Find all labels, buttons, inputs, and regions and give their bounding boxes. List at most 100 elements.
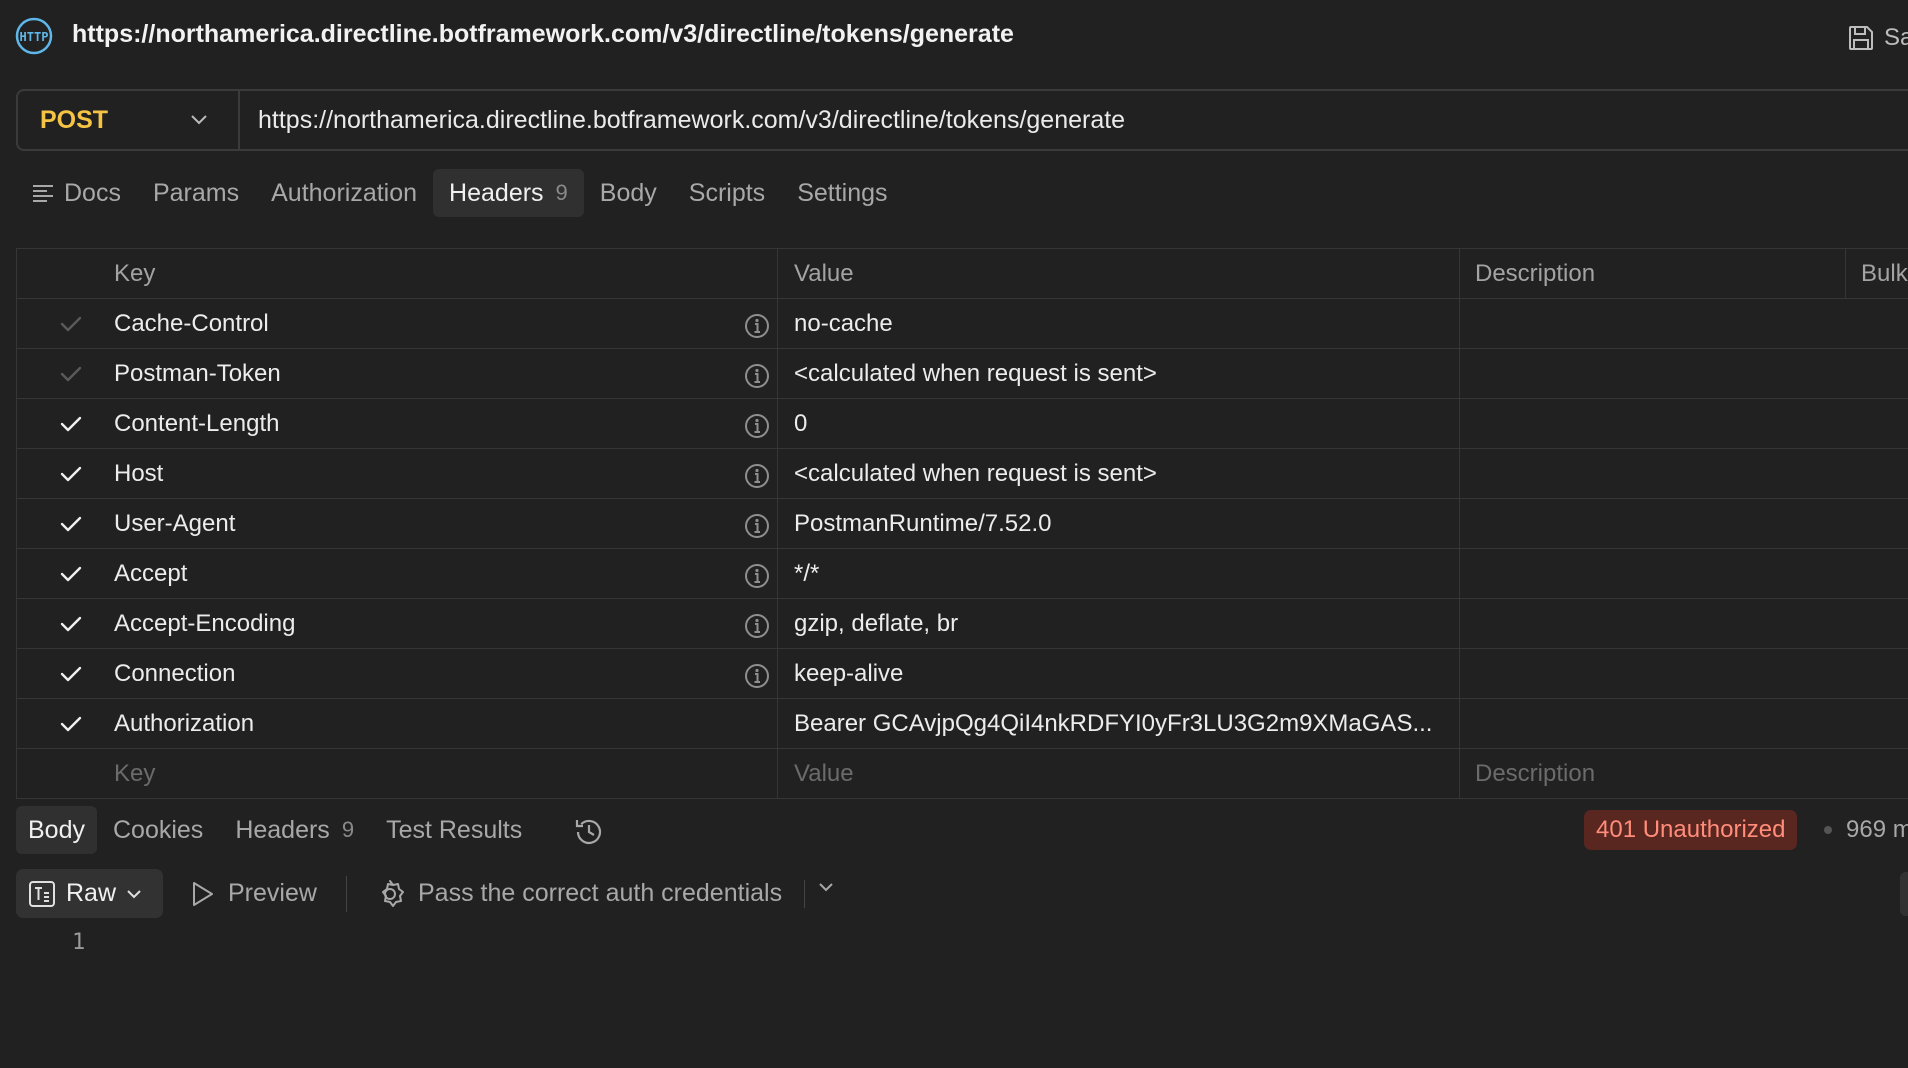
svg-text:HTTP: HTTP [20,30,49,44]
table-row: Content-Length 0 [16,399,1908,449]
header-value[interactable]: 0 [794,399,1469,448]
table-row: Cache-Control no-cache [16,299,1908,349]
checkmark-icon [60,299,88,348]
method-label: POST [40,105,109,134]
header-value[interactable]: Bearer GCAvjpQg4QiI4nkRDFYI0yFr3LU3G2m9X… [794,699,1469,748]
title-bar: HTTP https://northamerica.directline.bot… [0,0,1908,74]
info-icon[interactable] [742,459,772,489]
line-number: 1 [72,930,86,955]
header-description[interactable] [1475,399,1855,448]
header-key[interactable]: Connection [114,649,754,698]
chevron-down-icon[interactable] [818,882,834,892]
header-description[interactable] [1475,499,1855,548]
info-icon[interactable] [742,359,772,389]
tab-count: 9 [555,180,568,205]
status-badge[interactable]: 401 Unauthorized [1584,810,1798,850]
info-icon[interactable] [742,559,772,589]
table-row: Connection keep-alive [16,649,1908,699]
new-header-row: Key Value Description [16,749,1908,799]
tab-headers[interactable]: Headers 9 [433,169,584,217]
row-checkbox[interactable] [60,349,100,398]
tab-label: Docs [64,178,121,207]
table-row: Host <calculated when request is sent> [16,449,1908,499]
auth-hint-button[interactable]: Pass the correct auth credentials [374,869,782,918]
tab-label: Params [152,178,240,207]
checkmark-icon [60,499,88,548]
method-select[interactable]: POST [18,91,240,149]
tab-scripts[interactable]: Scripts [673,169,781,217]
response-tab-headers[interactable]: Headers 9 [219,806,370,854]
header-value[interactable]: <calculated when request is sent> [794,349,1469,398]
response-tabs: Body Cookies Headers 9 Test Results [16,805,538,855]
row-checkbox[interactable] [60,399,100,448]
description-input[interactable]: Description [1475,749,1855,798]
header-description[interactable] [1475,549,1855,598]
key-input[interactable]: Key [114,749,754,798]
history-icon[interactable] [572,815,606,849]
tab-label: Body [599,178,657,207]
response-tab-body[interactable]: Body [16,806,97,854]
tab-body[interactable]: Body [584,169,673,217]
header-description[interactable] [1475,599,1855,648]
row-checkbox[interactable] [60,649,100,698]
value-input[interactable]: Value [794,749,1469,798]
info-icon[interactable] [742,609,772,639]
request-title[interactable]: https://northamerica.directline.botframe… [72,20,1014,49]
row-checkbox[interactable] [60,299,100,348]
header-key[interactable]: Accept [114,549,754,598]
header-value[interactable]: */* [794,549,1469,598]
request-tabs: Docs Params Authorization Headers 9 Body… [16,168,904,218]
header-description[interactable] [1475,449,1855,498]
header-description[interactable] [1475,349,1855,398]
header-description[interactable] [1475,699,1855,748]
play-icon [193,881,213,906]
header-key[interactable]: Authorization [114,699,754,748]
header-value[interactable]: gzip, deflate, br [794,599,1469,648]
response-time[interactable]: 969 m [1846,812,1908,848]
headers-table: Key Value Description Bulk Cache-Control… [16,248,1908,799]
checkmark-icon [60,699,88,748]
header-description[interactable] [1475,299,1855,348]
tab-count: 9 [341,817,355,842]
header-value[interactable]: no-cache [794,299,1469,348]
header-value[interactable]: PostmanRuntime/7.52.0 [794,499,1469,548]
tab-docs[interactable]: Docs [16,169,137,217]
chevron-down-icon [127,889,141,898]
row-checkbox[interactable] [60,699,100,748]
header-key[interactable]: Host [114,449,754,498]
toolbar-divider [804,880,805,908]
response-tab-cookies[interactable]: Cookies [97,806,219,854]
header-value[interactable]: <calculated when request is sent> [794,449,1469,498]
tab-label: Headers [449,178,544,207]
header-key[interactable]: Cache-Control [114,299,754,348]
row-checkbox[interactable] [60,549,100,598]
response-action-button[interactable] [1900,872,1908,916]
header-key[interactable]: Postman-Token [114,349,754,398]
tab-authorization[interactable]: Authorization [255,169,433,217]
http-icon: HTTP [15,17,53,55]
header-key[interactable]: Accept-Encoding [114,599,754,648]
checkmark-icon [60,599,88,648]
info-icon[interactable] [742,509,772,539]
header-description[interactable] [1475,649,1855,698]
row-checkbox[interactable] [60,499,100,548]
row-checkbox[interactable] [60,449,100,498]
header-value[interactable]: keep-alive [794,649,1469,698]
row-checkbox[interactable] [60,599,100,648]
info-icon[interactable] [742,659,772,689]
tab-label: Scripts [688,178,766,207]
save-button[interactable]: Sa [1846,18,1908,58]
header-key[interactable]: Content-Length [114,399,754,448]
docs-icon [33,185,53,202]
preview-button[interactable]: Preview [190,869,317,918]
tab-params[interactable]: Params [137,169,255,217]
header-key[interactable]: User-Agent [114,499,754,548]
format-select[interactable]: Raw [16,869,163,918]
url-input[interactable]: https://northamerica.directline.botframe… [258,91,1125,149]
tab-settings[interactable]: Settings [781,169,903,217]
bulk-edit-link[interactable]: Bulk [1861,249,1908,298]
response-tab-test-results[interactable]: Test Results [370,806,538,854]
info-icon[interactable] [742,409,772,439]
info-icon[interactable] [742,309,772,339]
table-header-row: Key Value Description Bulk [16,249,1908,299]
